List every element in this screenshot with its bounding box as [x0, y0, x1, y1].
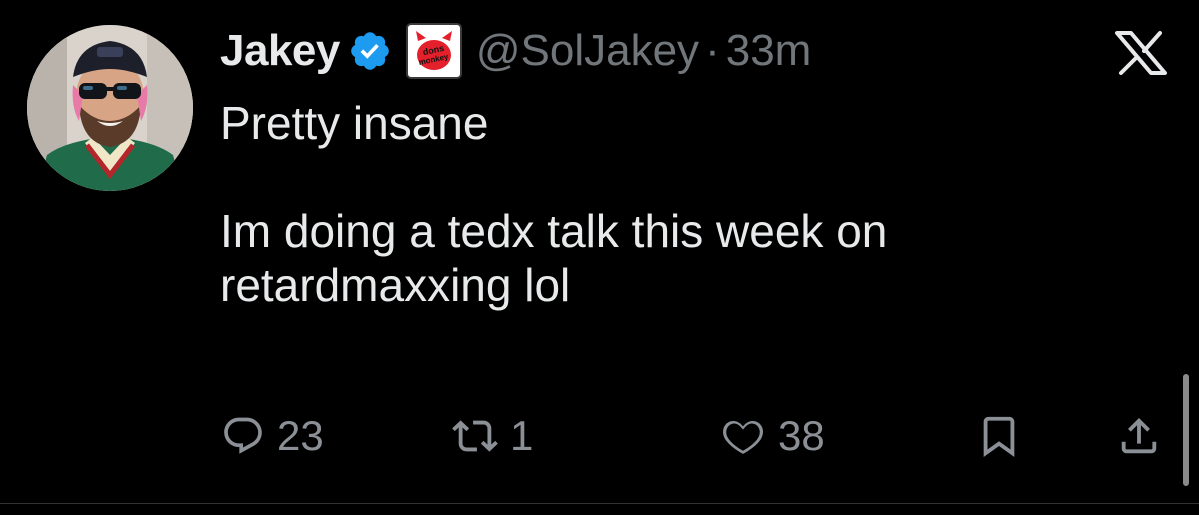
scrollbar[interactable]: [1183, 374, 1189, 486]
share-button[interactable]: [1116, 404, 1162, 468]
share-icon: [1116, 413, 1162, 459]
tweet-text-line: Im doing a tedx talk this week on: [220, 205, 888, 257]
heart-icon: [720, 413, 766, 459]
bookmark-button[interactable]: [976, 404, 1022, 468]
reply-count: 23: [277, 412, 324, 459]
tweet-text-line: Pretty insane: [220, 97, 489, 149]
tweet-actions: 23 1 38: [0, 404, 1199, 468]
bookmark-icon: [976, 413, 1022, 459]
author-name[interactable]: Jakey: [220, 26, 340, 76]
avatar[interactable]: [27, 25, 193, 191]
reply-button[interactable]: 23: [221, 404, 324, 468]
avatar-image: [27, 25, 193, 191]
tweet-card[interactable]: Jakey dons monkey @SolJakey · 33m Pretty…: [0, 0, 1199, 515]
like-button[interactable]: 38: [720, 404, 825, 468]
tweet-text: Pretty insane Im doing a tedx talk this …: [220, 96, 1120, 312]
divider: [0, 503, 1199, 504]
author-handle[interactable]: @SolJakey: [476, 26, 699, 76]
repost-button[interactable]: 1: [452, 404, 533, 468]
x-logo-icon: [1113, 30, 1169, 76]
affiliate-badge-icon[interactable]: dons monkey: [405, 23, 462, 79]
tweet-text-line: retardmaxxing lol: [220, 259, 571, 311]
verified-badge-icon: [348, 29, 392, 73]
repost-count: 1: [510, 412, 534, 459]
repost-icon: [452, 413, 498, 459]
like-count: 38: [778, 412, 825, 459]
tweet-header: Jakey dons monkey @SolJakey · 33m: [220, 22, 811, 80]
reply-icon: [221, 414, 265, 458]
separator-dot: ·: [705, 26, 720, 75]
tweet-timestamp[interactable]: 33m: [726, 26, 812, 76]
